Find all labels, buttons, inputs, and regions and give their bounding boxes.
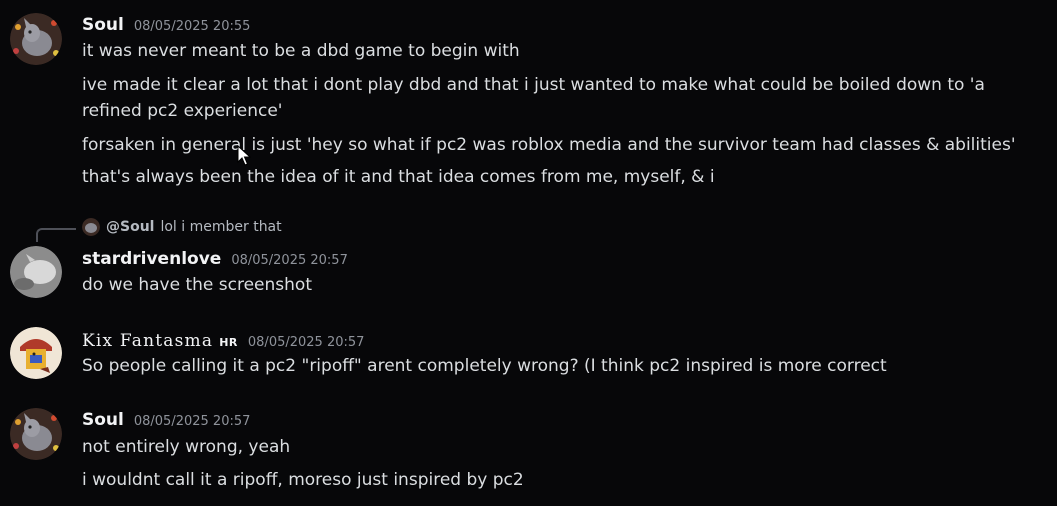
username[interactable]: Soul (82, 15, 124, 35)
timestamp[interactable]: 08/05/2025 20:55 (134, 19, 251, 34)
reply-mention[interactable]: @Soul (106, 219, 154, 235)
username[interactable]: Soul (82, 410, 124, 430)
message-header: Soul 08/05/2025 20:57 (82, 410, 250, 430)
chat-log: Soul 08/05/2025 20:55 it was never meant… (0, 0, 1057, 506)
message-text: So people calling it a pc2 "ripoff" aren… (82, 356, 887, 376)
message-header: stardrivenlove 08/05/2025 20:57 (82, 249, 348, 269)
message-header: Kix Fantasma HR 08/05/2025 20:57 (82, 331, 364, 351)
mouse-cursor-icon (237, 144, 252, 171)
reply-connector (36, 228, 76, 242)
message-text: do we have the screenshot (82, 275, 312, 295)
avatar-soul[interactable] (10, 13, 62, 65)
reply-preview: lol i member that (160, 219, 282, 235)
timestamp[interactable]: 08/05/2025 20:57 (231, 253, 348, 268)
role-tag[interactable]: HR (219, 336, 238, 349)
message-text: that's always been the idea of it and th… (82, 167, 715, 187)
timestamp[interactable]: 08/05/2025 20:57 (248, 335, 365, 350)
avatar-soul[interactable] (10, 408, 62, 460)
username[interactable]: stardrivenlove (82, 249, 221, 269)
message-text: forsaken in general is just 'hey so what… (82, 135, 1016, 155)
avatar-stardrivenlove[interactable] (10, 246, 62, 298)
message-text: i wouldnt call it a ripoff, moreso just … (82, 470, 524, 490)
timestamp[interactable]: 08/05/2025 20:57 (134, 414, 251, 429)
message-text: it was never meant to be a dbd game to b… (82, 41, 520, 61)
message-text: ive made it clear a lot that i dont play… (82, 75, 985, 121)
reply-reference[interactable]: @Soul lol i member that (82, 218, 282, 236)
message-header: Soul 08/05/2025 20:55 (82, 15, 250, 35)
reply-avatar (82, 218, 100, 236)
username[interactable]: Kix Fantasma (82, 331, 213, 351)
message-text: not entirely wrong, yeah (82, 437, 291, 457)
avatar-kix-fantasma[interactable] (10, 327, 62, 379)
